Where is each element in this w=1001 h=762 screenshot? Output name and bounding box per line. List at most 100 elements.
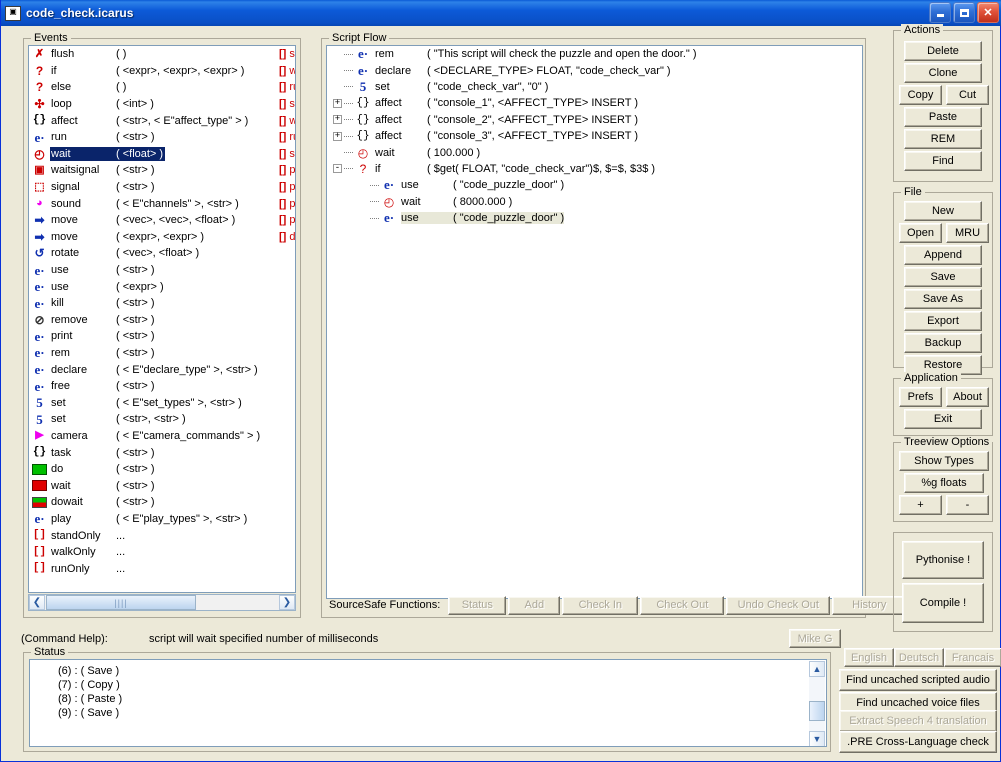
cut-button[interactable]: Cut (946, 85, 989, 105)
find-button[interactable]: Find (904, 151, 982, 171)
ss-add-button[interactable]: Add (508, 595, 561, 615)
extract-speech-4-translation-button[interactable]: Extract Speech 4 translation (839, 710, 997, 732)
event-list-item[interactable]: ⊘ remove ( <str> ) (29, 312, 295, 329)
deutsch-button[interactable]: Deutsch (894, 648, 944, 667)
events-horizontal-scrollbar[interactable]: ❮ |||| ❯ (28, 594, 296, 611)
ss-status-button[interactable]: Status (448, 595, 507, 615)
status-scroll-track[interactable] (809, 677, 825, 731)
script-flow-node[interactable]: ◴ wait ( 100.000 ) (327, 144, 862, 160)
copy-button[interactable]: Copy (899, 85, 942, 105)
scroll-down-arrow-icon[interactable]: ▼ (809, 731, 825, 746)
mru-button[interactable]: MRU (946, 223, 989, 243)
pre-cross-language-check-button[interactable]: .PRE Cross-Language check (839, 731, 997, 753)
clone-button[interactable]: Clone (904, 63, 982, 83)
script-flow-node[interactable]: -? if ( $get( FLOAT, "code_check_var")$, $… (327, 161, 862, 177)
g-floats-button[interactable]: %g floats (904, 473, 984, 493)
exit-button[interactable]: Exit (904, 409, 982, 429)
new-button[interactable]: New (904, 201, 982, 221)
script-flow-node[interactable]: e· use( "code_puzzle_door" ) (327, 210, 862, 226)
script-flow-node[interactable]: e· use( "code_puzzle_door" ) (327, 177, 862, 193)
status-scroll-thumb[interactable] (809, 701, 825, 721)
paste-button[interactable]: Paste (904, 107, 982, 127)
english-button[interactable]: English (844, 648, 894, 667)
expand-icon[interactable]: + (333, 98, 342, 108)
status-vertical-scrollbar[interactable]: ▲ ▼ (809, 661, 825, 746)
event-list-item[interactable]: {} task ( <str> ) (29, 444, 295, 461)
event-list-item[interactable]: [] runOnly... (29, 560, 295, 577)
event-list-item[interactable]: ▣ waitsignal ( <str> ) []pa (29, 162, 295, 179)
ss-check-in-button[interactable]: Check In (562, 595, 639, 615)
script-flow-node[interactable]: + {} affect ( "console_2", <AFFECT_TYPE> IN… (327, 112, 862, 128)
minimize-button[interactable] (929, 2, 951, 23)
mike-g-button[interactable]: Mike G (789, 629, 841, 648)
maximize-button[interactable] (953, 2, 975, 23)
scrollbar-thumb[interactable]: |||| (46, 595, 196, 610)
francais-button[interactable]: Francais (944, 648, 1001, 667)
events-listbox[interactable]: ✗ flush ( ) []st? if ( <expr>, <expr>, <expr>… (28, 45, 296, 593)
prefs-button[interactable]: Prefs (899, 387, 942, 407)
about-button[interactable]: About (946, 387, 989, 407)
plus-button[interactable]: + (899, 495, 942, 515)
event-list-item[interactable]: wait ( <str> ) (29, 477, 295, 494)
collapse-icon[interactable]: - (333, 164, 342, 174)
close-button[interactable]: ✕ (977, 2, 999, 23)
find-uncached-voice-files-label: Find uncached voice files (856, 697, 980, 709)
minus-button[interactable]: - (946, 495, 989, 515)
script-flow-treeview[interactable]: e· rem ( "This script will check the puzzl… (326, 45, 863, 599)
event-list-item[interactable]: e· free ( <str> ) (29, 378, 295, 395)
script-flow-node[interactable]: e· rem ( "This script will check the puzzl… (327, 46, 862, 62)
backup-button[interactable]: Backup (904, 333, 982, 353)
event-list-item[interactable]: ▶ camera ( < E"camera_commands" > ) (29, 428, 295, 445)
save-as-button[interactable]: Save As (904, 289, 982, 309)
show-types-button[interactable]: Show Types (899, 451, 989, 471)
scroll-up-arrow-icon[interactable]: ▲ (809, 661, 825, 677)
event-list-item[interactable]: ✣ loop ( <int> ) []st (29, 96, 295, 113)
delete-button[interactable]: Delete (904, 41, 982, 61)
rem-button[interactable]: REM (904, 129, 982, 149)
event-list-item[interactable]: ? else ( ) []ru (29, 79, 295, 96)
ss-check-out-button[interactable]: Check Out (640, 595, 725, 615)
script-flow-node[interactable]: e· declare ( <DECLARE_TYPE> FLOAT, "code_c… (327, 62, 862, 78)
event-list-item[interactable]: ◴ wait( <float> ) []st (29, 146, 295, 163)
event-list-item[interactable]: [] walkOnly... (29, 544, 295, 561)
script-flow-node[interactable]: + {} affect ( "console_1", <AFFECT_TYPE> IN… (327, 95, 862, 111)
find-uncached-scripted-audio-button[interactable]: Find uncached scripted audio (839, 669, 997, 691)
open-button[interactable]: Open (899, 223, 942, 243)
expand-icon[interactable]: + (333, 131, 342, 141)
event-list-item[interactable]: do ( <str> ) (29, 461, 295, 478)
ss-undo-check-out-button[interactable]: Undo Check Out (726, 595, 831, 615)
script-flow-node[interactable]: ◴ wait ( 8000.000 ) (327, 194, 862, 210)
event-list-item[interactable]: ◕ sound ( < E"channels" >, <str> ) []pa (29, 195, 295, 212)
event-list-item[interactable]: 5 set ( <str>, <str> ) (29, 411, 295, 428)
scroll-left-arrow-icon[interactable]: ❮ (29, 595, 45, 610)
event-list-item[interactable]: e· print ( <str> ) (29, 328, 295, 345)
script-flow-node[interactable]: + {} affect ( "console_3", <AFFECT_TYPE> IN… (327, 128, 862, 144)
compile-button[interactable]: Compile ! (902, 583, 984, 623)
event-list-item[interactable]: e· declare ( < E"declare_type" >, <str> ) (29, 361, 295, 378)
event-list-item[interactable]: ➡ move ( <vec>, <vec>, <float> ) []pa (29, 212, 295, 229)
event-list-item[interactable]: e· kill ( <str> ) (29, 295, 295, 312)
event-list-item[interactable]: ➡ move ( <expr>, <expr> ) []de (29, 229, 295, 246)
event-list-item[interactable]: ? if ( <expr>, <expr>, <expr> ) []w (29, 63, 295, 80)
status-listbox[interactable]: (6) : ( Save ) (7) : ( Copy ) (8) : ( Past… (29, 659, 827, 747)
event-list-item[interactable]: ✗ flush ( ) []st (29, 46, 295, 63)
event-list-item[interactable]: dowait ( <str> ) (29, 494, 295, 511)
event-list-item[interactable]: e· run ( <str> ) []ru (29, 129, 295, 146)
event-list-item[interactable]: e· play ( < E"play_types" >, <str> ) (29, 511, 295, 528)
event-list-item[interactable]: [] standOnly... (29, 527, 295, 544)
script-flow-node[interactable]: 5 set ( "code_check_var", "0" ) (327, 79, 862, 95)
event-list-item[interactable]: ⬚ signal ( <str> ) []pa (29, 179, 295, 196)
event-list-item[interactable]: e· use ( <expr> ) (29, 278, 295, 295)
expand-icon[interactable]: + (333, 115, 342, 125)
event-list-item[interactable]: e· use ( <str> ) (29, 262, 295, 279)
event-list-item[interactable]: e· rem ( <str> ) (29, 345, 295, 362)
open-button-label: Open (907, 227, 934, 239)
scroll-right-arrow-icon[interactable]: ❯ (279, 595, 295, 610)
pythonise-button[interactable]: Pythonise ! (902, 541, 984, 579)
event-list-item[interactable]: {} affect ( <str>, < E"affect_type" > ) []w (29, 112, 295, 129)
export-button[interactable]: Export (904, 311, 982, 331)
event-list-item[interactable]: 5 set ( < E"set_types" >, <str> ) (29, 394, 295, 411)
event-list-item[interactable]: ↺ rotate ( <vec>, <float> ) (29, 245, 295, 262)
save-button[interactable]: Save (904, 267, 982, 287)
append-button[interactable]: Append (904, 245, 982, 265)
